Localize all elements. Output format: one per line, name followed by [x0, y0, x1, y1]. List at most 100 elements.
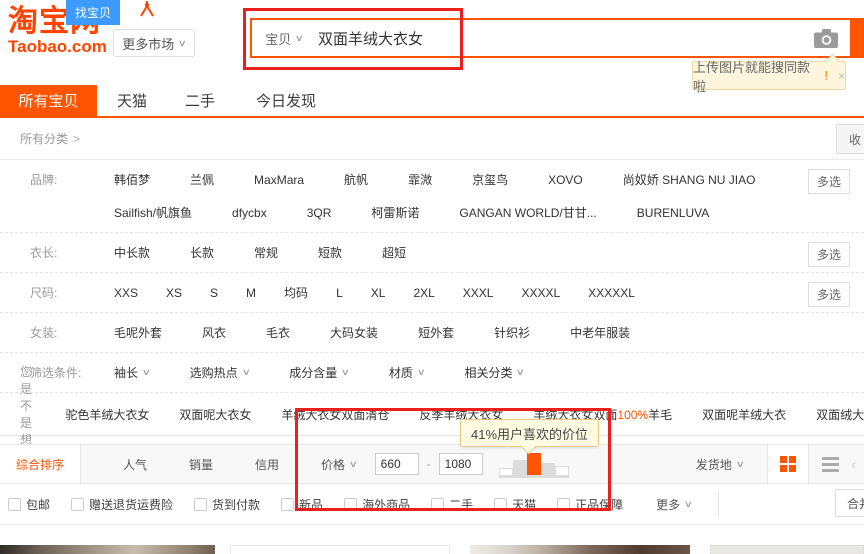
- multi-select-button[interactable]: 多选: [808, 242, 850, 267]
- size-option[interactable]: XS: [166, 286, 182, 300]
- size-option[interactable]: XXS: [114, 286, 138, 300]
- suggestion-link[interactable]: 羊绒大衣女双面清仓: [281, 406, 389, 423]
- women-option[interactable]: 风衣: [202, 324, 226, 341]
- sort-credit[interactable]: 信用: [255, 456, 279, 473]
- merge-same-items-button[interactable]: 合并: [835, 489, 864, 517]
- checkbox-icon[interactable]: [431, 498, 444, 511]
- women-option[interactable]: 毛衣: [266, 324, 290, 341]
- search-input[interactable]: [316, 29, 814, 48]
- suggestion-link[interactable]: 双面绒大衣: [816, 406, 864, 423]
- filter-checkbox-cod[interactable]: 货到付款: [194, 496, 260, 513]
- price-min-input[interactable]: [375, 453, 419, 475]
- suggestion-link[interactable]: 双面呢羊绒大衣: [702, 406, 786, 423]
- length-option[interactable]: 常规: [254, 244, 278, 261]
- tab-today-discover[interactable]: 今日发现: [248, 85, 324, 116]
- brand-option[interactable]: dfycbx: [232, 206, 267, 220]
- brand-option[interactable]: 霏溦: [408, 171, 432, 188]
- product-card[interactable]: [470, 545, 690, 554]
- checkbox-icon[interactable]: [344, 498, 357, 511]
- length-option[interactable]: 短款: [318, 244, 342, 261]
- filter-checkbox-free-shipping[interactable]: 包邮: [8, 496, 50, 513]
- chevron-left-icon[interactable]: ‹: [851, 456, 856, 472]
- filter-checkbox-new[interactable]: 新品: [281, 496, 323, 513]
- product-card[interactable]: [0, 545, 215, 554]
- search-button[interactable]: [850, 20, 862, 56]
- histogram-bar[interactable]: [527, 453, 541, 475]
- size-option[interactable]: XXXXL: [521, 286, 560, 300]
- histogram-bar[interactable]: [541, 463, 555, 475]
- length-option[interactable]: 长款: [190, 244, 214, 261]
- condition-dropdown-sleeve[interactable]: 袖长∨: [114, 364, 150, 381]
- filter-checkbox-authentic[interactable]: 正品保障: [557, 496, 623, 513]
- condition-dropdown-related[interactable]: 相关分类∨: [464, 364, 524, 381]
- women-option[interactable]: 中老年服装: [570, 324, 630, 341]
- histogram-bar[interactable]: [555, 466, 569, 475]
- grid-view-button[interactable]: [767, 445, 809, 483]
- brand-option[interactable]: GANGAN WORLD/甘甘...: [459, 204, 596, 221]
- sort-popularity[interactable]: 人气: [123, 456, 147, 473]
- histogram-bar[interactable]: [499, 468, 513, 475]
- size-option[interactable]: L: [336, 286, 343, 300]
- suggestion-link[interactable]: 双面呢大衣女: [179, 406, 251, 423]
- camera-icon[interactable]: [814, 29, 838, 48]
- brand-option[interactable]: 3QR: [307, 206, 332, 220]
- brand-option[interactable]: MaxMara: [254, 173, 304, 187]
- checkbox-icon[interactable]: [281, 498, 294, 511]
- condition-dropdown-material[interactable]: 材质∨: [389, 364, 425, 381]
- tab-all-items[interactable]: 所有宝贝: [0, 85, 97, 116]
- women-option[interactable]: 毛呢外套: [114, 324, 162, 341]
- collapse-filter-button[interactable]: 收: [836, 124, 864, 154]
- product-card[interactable]: [230, 545, 450, 554]
- brand-option[interactable]: Sailfish/帆旗鱼: [114, 204, 192, 221]
- condition-dropdown-composition[interactable]: 成分含量∨: [289, 364, 349, 381]
- filter-checkbox-return-insurance[interactable]: 赠送退货运费险: [71, 496, 173, 513]
- price-histogram[interactable]: [499, 450, 569, 478]
- histogram-bar[interactable]: [513, 460, 527, 475]
- women-option[interactable]: 短外套: [418, 324, 454, 341]
- find-item-badge[interactable]: 找宝贝: [66, 0, 120, 25]
- brand-option[interactable]: 柯雷斯诺: [371, 204, 419, 221]
- ship-from-dropdown[interactable]: 发货地 ∨: [696, 456, 744, 473]
- size-option[interactable]: XXXXXL: [588, 286, 635, 300]
- more-markets-button[interactable]: 更多市场 ∨: [113, 29, 195, 57]
- multi-select-button[interactable]: 多选: [808, 169, 850, 194]
- checkbox-icon[interactable]: [8, 498, 21, 511]
- tab-tmall[interactable]: 天猫: [109, 85, 155, 116]
- size-option[interactable]: S: [210, 286, 218, 300]
- length-option[interactable]: 超短: [382, 244, 406, 261]
- brand-option[interactable]: 京玺鸟: [472, 171, 508, 188]
- product-card[interactable]: [710, 545, 864, 554]
- sort-price-dropdown[interactable]: 价格 ∨: [321, 456, 357, 473]
- length-option[interactable]: 中长款: [114, 244, 150, 261]
- brand-option[interactable]: 韩佰梦: [114, 171, 150, 188]
- checkbox-icon[interactable]: [557, 498, 570, 511]
- sort-sales[interactable]: 销量: [189, 456, 213, 473]
- women-option[interactable]: 针织衫: [494, 324, 530, 341]
- checkbox-icon[interactable]: [194, 498, 207, 511]
- price-max-input[interactable]: [439, 453, 483, 475]
- brand-option[interactable]: 航帆: [344, 171, 368, 188]
- sort-composite[interactable]: 综合排序: [0, 445, 81, 483]
- brand-option[interactable]: 兰佩: [190, 171, 214, 188]
- condition-dropdown-hotspot[interactable]: 选购热点∨: [190, 364, 250, 381]
- filter-checkbox-overseas[interactable]: 海外商品: [344, 496, 410, 513]
- size-option[interactable]: XL: [371, 286, 386, 300]
- women-option[interactable]: 大码女装: [330, 324, 378, 341]
- brand-option[interactable]: 尚奴娇 SHANG NU JIAO: [623, 171, 756, 188]
- list-view-button[interactable]: [809, 457, 851, 472]
- brand-option[interactable]: XOVO: [548, 173, 583, 187]
- suggestion-link[interactable]: 驼色羊绒大衣女: [65, 406, 149, 423]
- breadcrumb-all-categories[interactable]: 所有分类: [20, 130, 68, 147]
- filter-checkbox-tmall[interactable]: 天猫: [494, 496, 536, 513]
- tab-secondhand[interactable]: 二手: [177, 85, 223, 116]
- search-category-dropdown[interactable]: 宝贝 ∨: [252, 29, 316, 48]
- checkbox-icon[interactable]: [71, 498, 84, 511]
- size-option[interactable]: M: [246, 286, 256, 300]
- checkbox-icon[interactable]: [494, 498, 507, 511]
- more-filters-dropdown[interactable]: 更多 ∨: [656, 496, 692, 513]
- close-icon[interactable]: ×: [838, 69, 845, 83]
- filter-checkbox-secondhand[interactable]: 二手: [431, 496, 473, 513]
- size-option[interactable]: 2XL: [413, 286, 434, 300]
- size-option[interactable]: 均码: [284, 284, 308, 301]
- brand-option[interactable]: BURENLUVA: [637, 206, 709, 220]
